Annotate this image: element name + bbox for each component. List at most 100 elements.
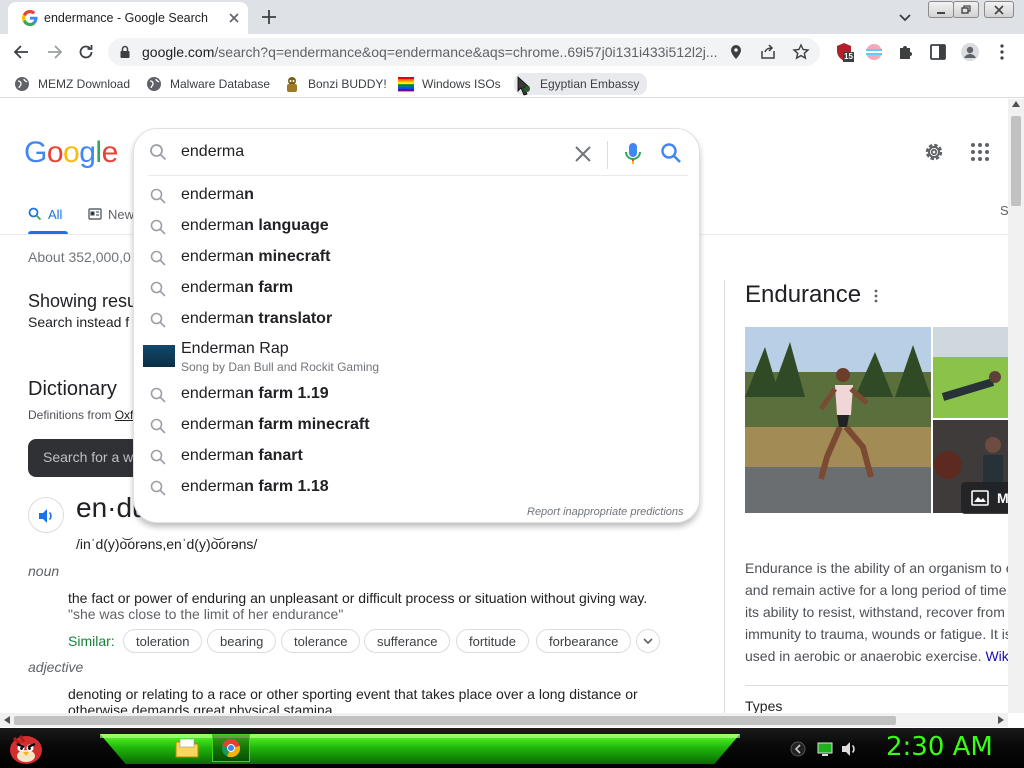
extension-badge: 15: [844, 52, 853, 61]
types-heading[interactable]: Types: [745, 698, 782, 713]
synonym-chip[interactable]: tolerance: [281, 629, 361, 653]
file-explorer-folder-icon[interactable]: [174, 736, 200, 760]
horizontal-scroll-thumb[interactable]: [14, 716, 896, 725]
more-images-button[interactable]: M: [961, 482, 1008, 514]
voice-search-mic-icon[interactable]: [621, 141, 645, 167]
bookmark-label: Egyptian Embassy: [540, 77, 640, 91]
description-line: used in aerobic or anaerobic exercise. W…: [745, 645, 1008, 667]
definition-adjective: denoting or relating to a race or other …: [68, 686, 638, 702]
extension-shield-icon[interactable]: 15: [834, 42, 854, 62]
share-icon[interactable]: [760, 44, 776, 60]
search-instead-for[interactable]: Search instead f: [28, 314, 129, 330]
fitness-image[interactable]: [933, 327, 1008, 418]
suggestion-prefix: enderma: [181, 478, 245, 495]
part-of-speech-noun: noun: [28, 563, 60, 579]
settings-gear-icon[interactable]: [922, 140, 946, 164]
bookmark-label: Malware Database: [170, 77, 271, 91]
suggestion-item[interactable]: enderman: [134, 180, 699, 211]
scroll-right-arrow-icon[interactable]: [998, 716, 1004, 724]
browser-menu-icon[interactable]: [992, 42, 1012, 62]
extensions-puzzle-icon[interactable]: [896, 42, 916, 62]
more-synonyms-chevron-icon[interactable]: [636, 629, 660, 653]
tab-all[interactable]: All: [28, 203, 62, 225]
description-line: Endurance is the ability of an organism …: [745, 560, 1008, 576]
url-text[interactable]: google.com/search?q=endermance&oq=enderm…: [142, 44, 727, 60]
tab-news[interactable]: New: [88, 203, 134, 225]
google-search-button-icon[interactable]: [660, 142, 682, 164]
location-pin-icon[interactable]: [728, 44, 744, 60]
restore-button[interactable]: [953, 1, 979, 18]
knowledge-panel-divider: [724, 280, 725, 713]
taskbar-clock[interactable]: 2:30 AM: [886, 732, 993, 762]
tab-search-chevron-icon[interactable]: [896, 8, 914, 26]
knowledge-panel-description: Endurance is the ability of an organism …: [745, 557, 1008, 667]
window-close-button[interactable]: [984, 1, 1014, 18]
search-icon: [150, 387, 166, 403]
back-arrow-icon[interactable]: [12, 42, 32, 62]
tray-chevron-icon[interactable]: [790, 740, 806, 758]
cursor-icon: [516, 76, 532, 96]
bookmark-item[interactable]: Windows ISOs: [398, 75, 501, 93]
synonym-chip[interactable]: forbearance: [536, 629, 632, 653]
suggestion-item[interactable]: enderman farm minecraft: [134, 410, 699, 441]
scroll-left-arrow-icon[interactable]: [4, 716, 10, 724]
side-panel-icon[interactable]: [928, 42, 948, 62]
browser-tab[interactable]: endermance - Google Search: [8, 2, 248, 34]
bookmark-item[interactable]: Egyptian Embassy: [514, 73, 648, 96]
profile-avatar-icon[interactable]: [960, 42, 980, 62]
suggestion-item[interactable]: enderman farm: [134, 273, 699, 304]
runner-image[interactable]: [745, 327, 931, 513]
search-autocomplete-box: enderma enderman enderman language ender…: [133, 128, 700, 523]
suggestion-item[interactable]: enderman minecraft: [134, 242, 699, 273]
suggestion-item[interactable]: enderman farm 1.19: [134, 379, 699, 410]
bookmark-item[interactable]: Malware Database: [146, 75, 270, 93]
minimize-button[interactable]: [928, 1, 954, 18]
synonym-chip[interactable]: sufferance: [364, 629, 451, 653]
definition-adjective-continued: otherwise demands great physical stamina: [68, 702, 333, 713]
oxford-link[interactable]: Oxf: [115, 408, 134, 422]
suggestion-item[interactable]: enderman translator: [134, 304, 699, 335]
google-apps-grid-icon[interactable]: [970, 142, 990, 162]
dictionary-heading: Dictionary: [28, 378, 117, 400]
wikipedia-link[interactable]: Wiki: [985, 648, 1008, 664]
vertical-scroll-thumb[interactable]: [1011, 116, 1021, 206]
suggestion-completion: n language: [244, 217, 329, 234]
address-bar[interactable]: google.com/search?q=endermance&oq=enderm…: [108, 38, 820, 66]
image-icon: [971, 490, 989, 506]
suggestion-completion: n fanart: [244, 447, 303, 464]
tab-right-truncated[interactable]: S: [1000, 203, 1008, 225]
suggestion-prefix: enderma: [181, 186, 245, 203]
scroll-up-arrow-icon[interactable]: [1012, 101, 1020, 107]
lock-icon[interactable]: [118, 45, 132, 59]
forward-arrow-icon[interactable]: [44, 42, 64, 62]
synonym-chip[interactable]: bearing: [207, 629, 277, 653]
report-predictions-link[interactable]: Report inappropriate predictions: [527, 506, 684, 518]
new-tab-button[interactable]: [260, 8, 278, 26]
clear-search-icon[interactable]: [571, 142, 595, 166]
reload-icon[interactable]: [76, 42, 96, 62]
search-input[interactable]: enderma: [181, 143, 244, 161]
synonym-chip[interactable]: fortitude: [456, 629, 529, 653]
suggestion-prefix: enderma: [181, 447, 245, 464]
suggestion-item[interactable]: enderman fanart: [134, 441, 699, 472]
start-button-angry-bird-icon[interactable]: [6, 730, 46, 766]
suggestion-completion: n farm 1.19: [244, 385, 329, 402]
showing-results-for: Showing resu: [28, 291, 138, 311]
search-icon: [150, 219, 166, 235]
knowledge-panel-menu-icon[interactable]: [870, 289, 882, 303]
tab-close-icon[interactable]: [226, 10, 242, 26]
suggestion-item[interactable]: enderman farm 1.18: [134, 472, 699, 503]
network-icon[interactable]: [816, 740, 834, 758]
search-icon: [150, 312, 166, 328]
volume-speaker-icon[interactable]: [840, 740, 858, 758]
suggestion-completion: n farm: [244, 279, 294, 296]
google-logo[interactable]: Google: [24, 136, 118, 170]
bookmark-star-icon[interactable]: [792, 43, 810, 61]
taskbar-chrome-button[interactable]: [212, 734, 250, 762]
extension-flag-icon[interactable]: [864, 42, 884, 62]
bookmark-item[interactable]: Bonzi BUDDY!: [284, 75, 387, 93]
synonym-chip[interactable]: toleration: [123, 629, 203, 653]
bookmark-item[interactable]: MEMZ Download: [14, 75, 130, 93]
suggestion-item[interactable]: enderman language: [134, 211, 699, 242]
pronunciation-speaker-icon[interactable]: [28, 497, 64, 533]
